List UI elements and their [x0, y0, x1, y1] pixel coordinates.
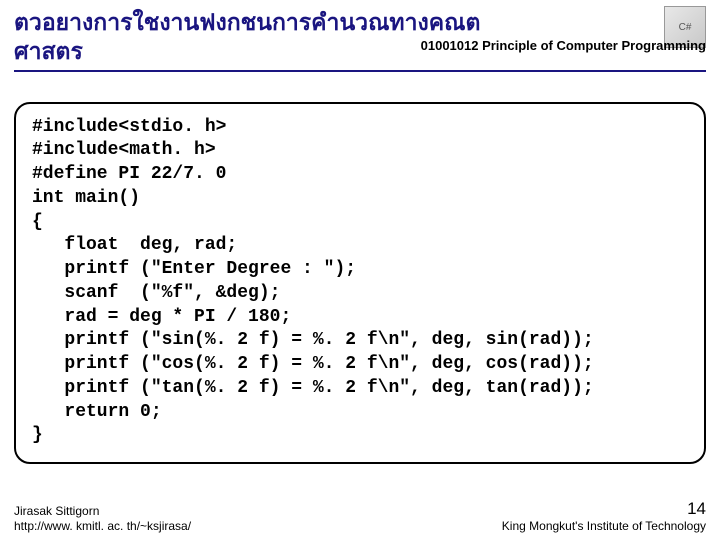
header-separator	[14, 70, 706, 72]
slide-title: ตวอยางการใชงานฟงกชนการคำนวณทางคณต ศาสตร	[14, 8, 706, 66]
footer-left: Jirasak Sittigorn http://www. kmitl. ac.…	[14, 504, 191, 534]
footer: Jirasak Sittigorn http://www. kmitl. ac.…	[14, 498, 706, 534]
author-url: http://www. kmitl. ac. th/~ksjirasa/	[14, 519, 191, 533]
institution-name: King Mongkut's Institute of Technology	[502, 519, 706, 533]
course-subtitle: 01001012 Principle of Computer Programmi…	[421, 38, 706, 53]
code-block: #include<stdio. h> #include<math. h> #de…	[14, 102, 706, 465]
footer-right: 14 King Mongkut's Institute of Technolog…	[502, 498, 706, 534]
author-name: Jirasak Sittigorn	[14, 504, 99, 518]
title-line-1: ตวอยางการใชงานฟงกชนการคำนวณทางคณต	[14, 9, 480, 35]
slide-number: 14	[687, 499, 706, 518]
title-line-2: ศาสตร	[14, 38, 83, 64]
